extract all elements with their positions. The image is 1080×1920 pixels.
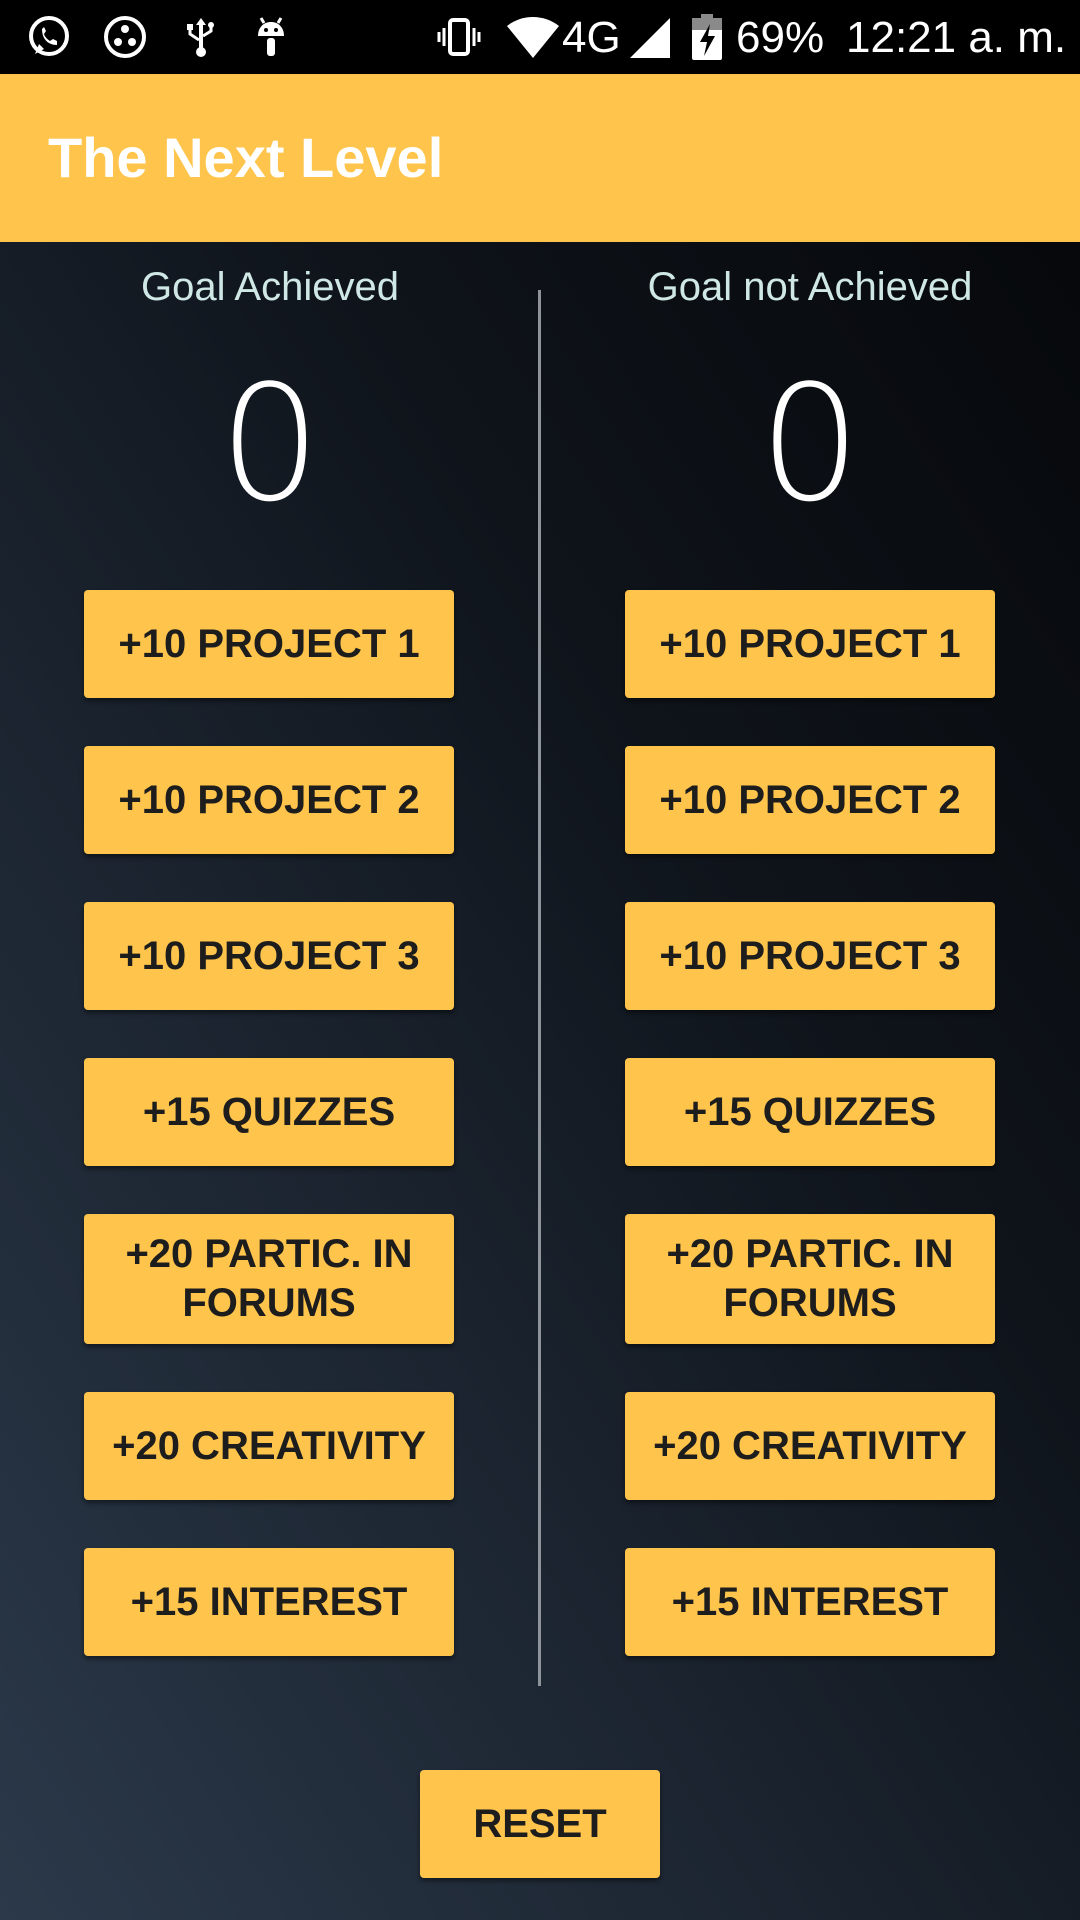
android-debug-icon xyxy=(258,17,284,56)
app-bar: The Next Level xyxy=(0,74,1080,242)
battery-percent: 69% xyxy=(736,13,825,62)
achieved-project-3-button[interactable]: +10 PROJECT 3 xyxy=(84,902,454,1010)
not-achieved-interest-button[interactable]: +15 INTEREST xyxy=(625,1548,995,1656)
goal-not-achieved-heading: Goal not Achieved xyxy=(647,265,973,309)
achieved-quizzes-button[interactable]: +15 QUIZZES xyxy=(84,1058,454,1166)
reset-button[interactable]: RESET xyxy=(420,1770,660,1878)
status-bar: 4G 69% 12:21 a. m. xyxy=(0,0,1080,74)
not-achieved-forums-button[interactable]: +20 PARTIC. IN FORUMS xyxy=(625,1214,995,1344)
achieved-forums-button[interactable]: +20 PARTIC. IN FORUMS xyxy=(84,1214,454,1344)
goal-achieved-score: 0 xyxy=(219,350,321,537)
battery-charging-icon xyxy=(692,14,722,60)
usb-icon xyxy=(187,18,214,57)
achieved-creativity-button[interactable]: +20 CREATIVITY xyxy=(84,1392,454,1500)
whatsapp-icon xyxy=(29,16,69,56)
clock: 12:21 a. m. xyxy=(846,13,1067,62)
achieved-project-1-button[interactable]: +10 PROJECT 1 xyxy=(84,590,454,698)
not-achieved-project-2-button[interactable]: +10 PROJECT 2 xyxy=(625,746,995,854)
achieved-project-2-button[interactable]: +10 PROJECT 2 xyxy=(84,746,454,854)
not-achieved-quizzes-button[interactable]: +15 QUIZZES xyxy=(625,1058,995,1166)
goal-not-achieved-score: 0 xyxy=(759,350,861,537)
not-achieved-creativity-button[interactable]: +20 CREATIVITY xyxy=(625,1392,995,1500)
signal-icon xyxy=(630,18,670,58)
achieved-interest-button[interactable]: +15 INTEREST xyxy=(84,1548,454,1656)
app-icon xyxy=(104,16,146,58)
goal-achieved-heading: Goal Achieved xyxy=(141,265,399,309)
not-achieved-project-3-button[interactable]: +10 PROJECT 3 xyxy=(625,902,995,1010)
wifi-icon xyxy=(507,17,559,58)
score-panel: Goal Achieved 0 +10 PROJECT 1 +10 PROJEC… xyxy=(0,242,1080,1920)
network-type: 4G xyxy=(562,13,621,62)
vibrate-icon xyxy=(437,18,481,56)
app-title: The Next Level xyxy=(48,126,444,189)
not-achieved-project-1-button[interactable]: +10 PROJECT 1 xyxy=(625,590,995,698)
